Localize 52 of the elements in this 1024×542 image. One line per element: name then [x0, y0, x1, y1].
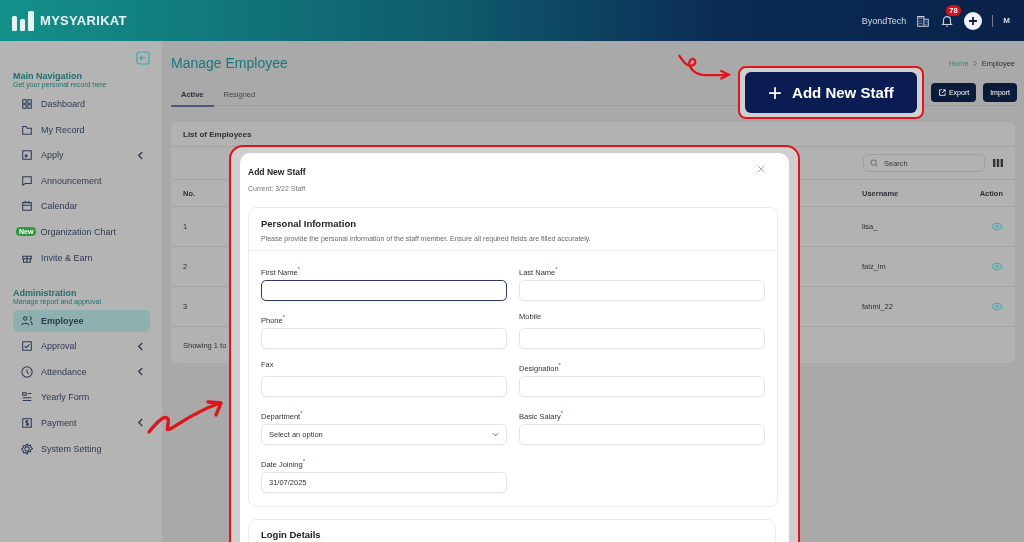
- folder-icon: [21, 123, 33, 136]
- section-title: Personal Information: [261, 218, 357, 229]
- dollar-icon: [21, 416, 33, 429]
- nav-item[interactable]: Payment: [13, 411, 150, 434]
- clock-icon: [21, 365, 33, 378]
- nav-item[interactable]: Announcement: [13, 169, 150, 192]
- add-icon[interactable]: [964, 11, 983, 30]
- user-initial[interactable]: M: [1003, 16, 1010, 25]
- nav-item[interactable]: Invite & Earn: [13, 246, 150, 269]
- chevron-icon: [137, 341, 144, 351]
- nav-item[interactable]: Apply: [13, 144, 150, 167]
- add-new-staff-button[interactable]: + Add New Staff: [744, 72, 917, 113]
- chevron-icon: [137, 150, 144, 160]
- nav-item[interactable]: Calendar: [13, 195, 150, 218]
- nav-item[interactable]: Yearly Form: [13, 386, 150, 409]
- building-icon[interactable]: [916, 13, 931, 28]
- nav-item[interactable]: System Setting: [13, 437, 150, 460]
- eye-icon[interactable]: [991, 222, 1003, 231]
- list-icon: [21, 391, 33, 404]
- chevron-right-icon: [972, 59, 978, 67]
- collapse-icon[interactable]: [136, 51, 150, 65]
- app-logo-text: MYSYARIKAT: [40, 13, 127, 28]
- external-link-icon: [937, 88, 946, 97]
- search-icon: [870, 159, 878, 167]
- grid-icon: [21, 98, 33, 110]
- nav-item[interactable]: Approval: [13, 335, 150, 358]
- checkbox-icon: [21, 340, 33, 353]
- users-icon: [21, 314, 33, 327]
- eye-icon[interactable]: [991, 262, 1003, 271]
- company-name[interactable]: ByondTech: [861, 15, 907, 26]
- nav-item[interactable]: Dashboard: [13, 93, 150, 115]
- section-title: Main Navigation: [13, 71, 83, 81]
- eye-icon[interactable]: [991, 302, 1003, 311]
- dialog-title: Add New Staff: [248, 167, 306, 177]
- page-title: Manage Employee: [171, 55, 288, 71]
- calendar-icon: [21, 200, 33, 213]
- gear-icon: [21, 442, 33, 455]
- chevron-icon: [137, 418, 144, 428]
- nav-item[interactable]: Employee: [13, 309, 150, 332]
- card-title: List of Employees: [183, 129, 252, 139]
- chat-icon: [21, 174, 33, 187]
- bell-icon[interactable]: [940, 13, 955, 28]
- chevron-down-icon: [492, 432, 499, 437]
- section-title: Login Details: [261, 529, 321, 540]
- nav-item[interactable]: My Record: [13, 118, 150, 141]
- input-field[interactable]: [261, 280, 507, 301]
- columns-icon[interactable]: [993, 159, 1003, 167]
- chevron-icon: [137, 367, 144, 377]
- bar-chart-logo-icon: [12, 10, 34, 31]
- section-title: Administration: [13, 287, 78, 298]
- close-icon[interactable]: [757, 165, 765, 173]
- nav-item[interactable]: Attendance: [13, 360, 150, 383]
